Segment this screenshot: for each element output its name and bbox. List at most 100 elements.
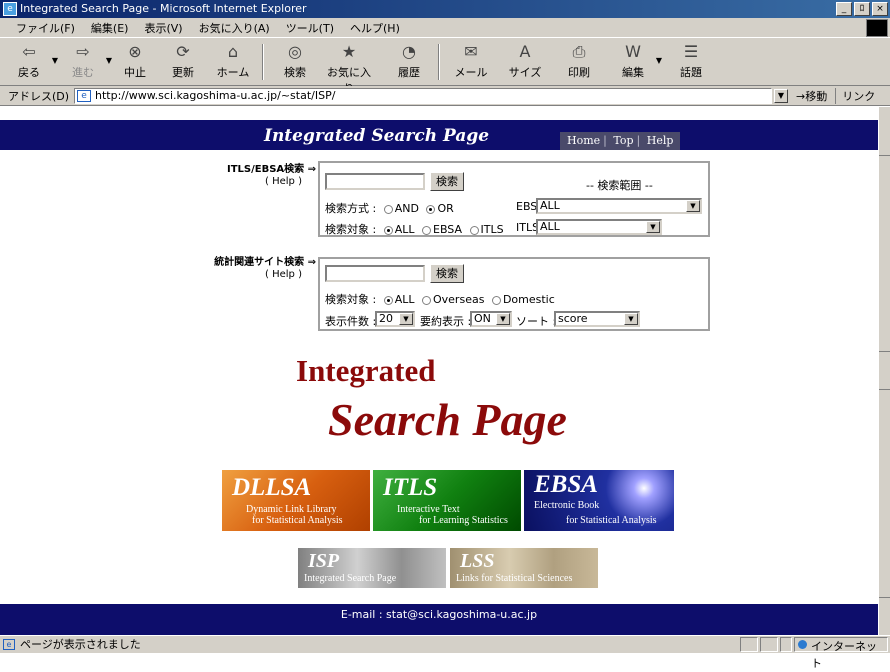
toolbar-separator	[438, 44, 440, 80]
nav-help[interactable]: Help	[644, 134, 677, 147]
dllsa-tile[interactable]: DLLSA Dynamic Link Library for Statistic…	[222, 470, 370, 531]
favorites-icon: ★	[341, 42, 357, 61]
menu-help[interactable]: ヘルプ(H)	[342, 20, 408, 36]
chevron-down-icon: ▼	[686, 200, 700, 212]
chevron-down-icon: ▼	[646, 221, 660, 233]
hero-title-line1: Integrated	[296, 353, 436, 388]
scrollbar-marker	[879, 597, 890, 598]
history-button[interactable]: ◔ 履歴	[386, 42, 432, 80]
lss-tile-name: LSS	[460, 550, 495, 572]
status-cell	[760, 637, 778, 652]
edit-dropdown-icon[interactable]: ▼	[656, 56, 662, 65]
vertical-scrollbar[interactable]	[878, 107, 890, 635]
method-or-radio[interactable]	[426, 204, 436, 214]
maximize-button[interactable]: ﾛ	[854, 2, 870, 16]
address-input[interactable]: e http://www.sci.kagoshima-u.ac.jp/~stat…	[74, 87, 772, 104]
nav-divider: |	[603, 134, 607, 147]
address-dropdown-icon[interactable]: ▼	[774, 88, 788, 103]
page-done-icon: e	[3, 639, 15, 650]
ebsa-tile-desc2: for Statistical Analysis	[566, 515, 657, 526]
print-icon: ⎙	[572, 42, 586, 61]
scrollbar-marker	[879, 389, 890, 390]
itls-range-select[interactable]: ALL ▼	[536, 219, 662, 235]
lss-tile[interactable]: LSS Links for Statistical Sciences	[450, 548, 598, 588]
back-button[interactable]: ⇦ 戻る ▼	[6, 42, 58, 80]
itls-ebsa-help-link[interactable]: ( Help )	[170, 176, 302, 188]
size-button[interactable]: A サイズ	[502, 42, 548, 80]
home-button[interactable]: ⌂ ホーム	[210, 42, 256, 80]
nav-top[interactable]: Top	[610, 134, 636, 147]
search-target-row: 検索対象 : ALL EBSA ITLS	[325, 223, 504, 236]
page-content: Integrated Search Page Home | Top | Help I…	[0, 107, 878, 635]
ebsa-range-select[interactable]: ALL ▼	[536, 198, 702, 214]
stat-sites-help-link[interactable]: ( Help )	[160, 269, 302, 281]
menu-favorites[interactable]: お気に入り(A)	[191, 20, 278, 36]
target-itls-radio[interactable]	[469, 225, 479, 235]
nav-divider: |	[636, 134, 641, 147]
font-size-icon: A	[519, 42, 531, 61]
summary-select[interactable]: ON ▼	[470, 311, 512, 327]
itls-ebsa-search-label: ITLS/EBSA検索 ⇒ ( Help )	[170, 164, 316, 188]
menu-tools[interactable]: ツール(T)	[278, 20, 342, 36]
go-button[interactable]: →移動	[796, 88, 827, 104]
itls-ebsa-search-input[interactable]	[325, 173, 425, 190]
stat-sites-search-input[interactable]	[325, 265, 425, 282]
menu-edit[interactable]: 編集(E)	[83, 20, 137, 36]
edit-button[interactable]: W 編集 ▼	[610, 42, 662, 80]
toolbar: ⇦戻る▼ ⇨進む▼ ⊗中止 ⟳更新 ⌂ホーム ◎検索 ★お気に入り ◔履歴 ✉メ…	[0, 38, 890, 95]
security-zone: インターネット	[794, 637, 888, 670]
dllsa-tile-desc2: for Statistical Analysis	[252, 515, 343, 526]
links-button[interactable]: リンク	[835, 87, 875, 104]
menu-bar: ファイル(F) 編集(E) 表示(V) お気に入り(A) ツール(T) ヘルプ(…	[0, 18, 890, 38]
forward-arrow-icon: ⇨	[76, 42, 90, 61]
site-target-overseas-radio[interactable]	[422, 295, 431, 305]
stop-button[interactable]: ⊗ 中止	[112, 42, 158, 80]
itls-ebsa-search-button[interactable]: 検索	[430, 172, 464, 191]
close-button[interactable]: ×	[872, 2, 888, 16]
site-target-domestic-radio[interactable]	[491, 295, 501, 305]
site-target-all-radio[interactable]	[383, 295, 393, 305]
minimize-button[interactable]: _	[836, 2, 852, 16]
status-cell	[780, 637, 792, 652]
address-url: http://www.sci.kagoshima-u.ac.jp/~stat/I…	[95, 89, 336, 102]
ebsa-tile[interactable]: EBSA Electronic Book for Statistical Ana…	[524, 470, 674, 531]
lss-tile-desc: Links for Statistical Sciences	[456, 573, 573, 584]
isp-tile[interactable]: ISP Integrated Search Page	[298, 548, 446, 588]
back-arrow-icon: ⇦	[22, 42, 36, 61]
ebsa-tile-desc1: Electronic Book	[534, 500, 600, 511]
hero-title-line2: Search Page	[328, 394, 567, 445]
mail-button[interactable]: ✉ メール	[448, 42, 494, 80]
print-button[interactable]: ⎙ 印刷	[556, 42, 602, 80]
refresh-button[interactable]: ⟳ 更新	[160, 42, 206, 80]
internet-globe-icon	[798, 640, 807, 649]
window-titlebar: e Integrated Search Page - Microsoft Int…	[0, 0, 890, 18]
history-icon: ◔	[402, 42, 416, 61]
sort-select[interactable]: score ▼	[554, 311, 640, 327]
itls-tile[interactable]: ITLS Interactive Text for Learning Stati…	[373, 470, 521, 531]
method-and-radio[interactable]	[383, 204, 393, 214]
result-count-select[interactable]: 20 ▼	[375, 311, 415, 327]
edit-word-icon: W	[625, 42, 641, 61]
menu-view[interactable]: 表示(V)	[136, 20, 190, 36]
menu-file[interactable]: ファイル(F)	[8, 20, 83, 36]
discuss-button[interactable]: ☰ 話題	[668, 42, 714, 80]
search-range-label: -- 検索範囲 --	[586, 179, 653, 192]
status-bar: e ページが表示されました インターネット	[0, 635, 890, 670]
itls-tile-desc1: Interactive Text	[397, 504, 460, 515]
nav-home[interactable]: Home	[564, 134, 603, 147]
search-button[interactable]: ◎ 検索	[272, 42, 318, 80]
stat-sites-search-button[interactable]: 検索	[430, 264, 464, 283]
target-ebsa-radio[interactable]	[422, 225, 431, 235]
sort-label: ソート :	[516, 315, 557, 328]
home-icon: ⌂	[227, 42, 239, 61]
itls-tile-desc2: for Learning Statistics	[419, 515, 508, 526]
window-title: Integrated Search Page - Microsoft Inter…	[20, 2, 307, 15]
stat-sites-search-label: 統計関連サイト検索 ⇒ ( Help )	[160, 257, 316, 281]
forward-button[interactable]: ⇨ 進む ▼	[60, 42, 112, 80]
summary-label: 要約表示 :	[420, 315, 472, 328]
status-cell	[740, 637, 758, 652]
contact-email[interactable]: E-mail : stat@sci.kagoshima-u.ac.jp	[341, 608, 537, 621]
footer-banner: E-mail : stat@sci.kagoshima-u.ac.jp	[0, 604, 878, 635]
target-all-radio[interactable]	[383, 225, 393, 235]
back-dropdown-icon[interactable]: ▼	[52, 56, 58, 65]
